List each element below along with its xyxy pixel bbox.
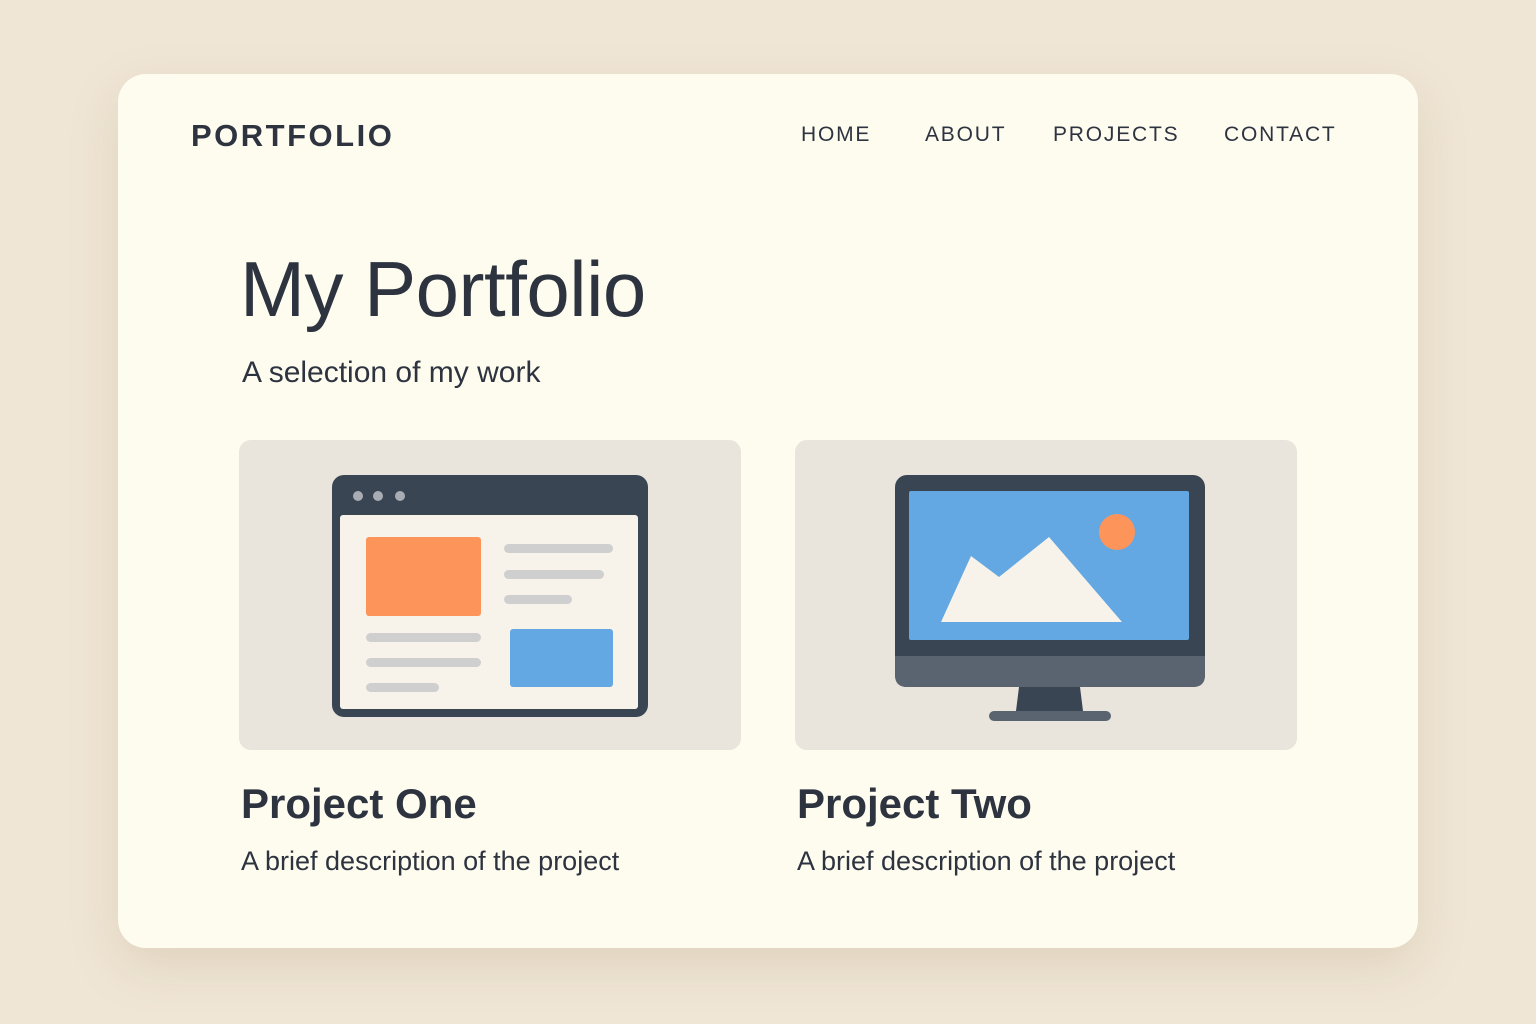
- project-two-description: A brief description of the project: [797, 846, 1176, 876]
- nav-home-link[interactable]: HOME: [801, 123, 871, 147]
- portfolio-page-card: PORTFOLIO HOME ABOUT PROJECTS CONTACT My…: [118, 74, 1418, 948]
- project-card-two[interactable]: Project Two A brief description of the p…: [795, 440, 1297, 876]
- page-title: My Portfolio: [240, 245, 646, 333]
- browser-window-icon: [332, 475, 648, 717]
- main-nav: HOME ABOUT PROJECTS CONTACT: [118, 123, 1418, 153]
- project-two-thumbnail[interactable]: [795, 440, 1297, 750]
- nav-contact-link[interactable]: CONTACT: [1224, 123, 1337, 147]
- project-one-description: A brief description of the project: [241, 846, 620, 876]
- project-one-thumbnail[interactable]: [239, 440, 741, 750]
- nav-projects-link[interactable]: PROJECTS: [1053, 123, 1179, 147]
- project-two-title[interactable]: Project Two: [797, 780, 1032, 828]
- nav-about-link[interactable]: ABOUT: [925, 123, 1006, 147]
- project-card-one[interactable]: Project One A brief description of the p…: [239, 440, 741, 876]
- monitor-landscape-icon: [895, 475, 1205, 721]
- page-subtitle: A selection of my work: [242, 356, 541, 389]
- project-one-title[interactable]: Project One: [241, 780, 477, 828]
